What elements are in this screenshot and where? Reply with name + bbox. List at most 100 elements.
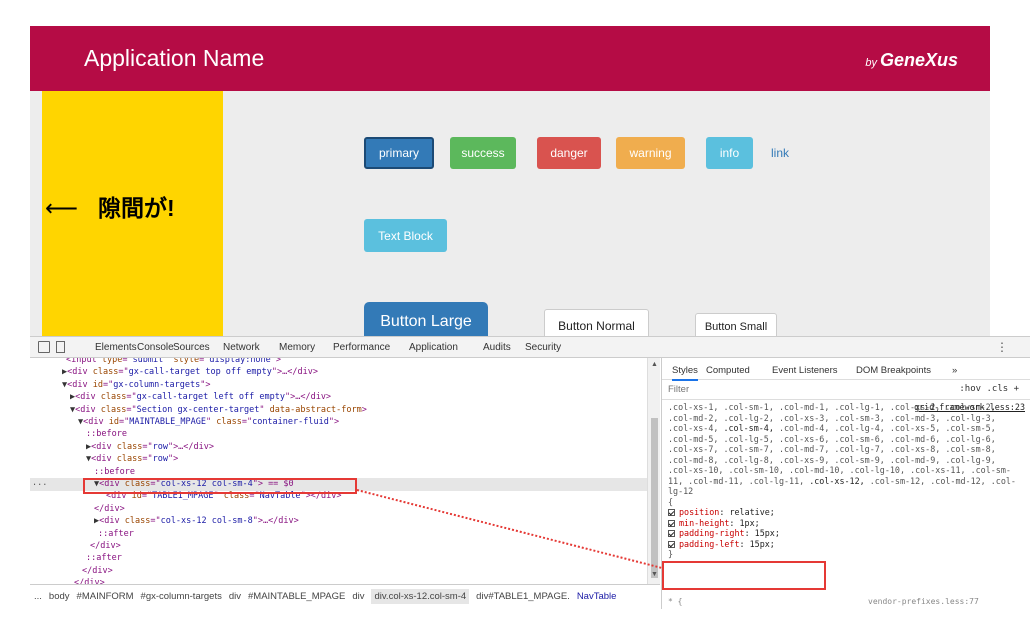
declaration-checkbox[interactable] xyxy=(668,509,675,516)
breadcrumb-item[interactable]: #gx-column-targets xyxy=(141,591,222,602)
breadcrumb-item[interactable]: body xyxy=(49,591,70,602)
danger-button[interactable]: danger xyxy=(537,137,601,169)
dom-tag: <div xyxy=(91,454,112,465)
scroll-down-icon[interactable]: ▼ xyxy=(651,571,658,578)
dom-eq: =" xyxy=(142,454,153,465)
dom-attr-value: display:none xyxy=(209,358,271,365)
breadcrumb-item[interactable]: div#TABLE1_MPAGE. NavTable xyxy=(476,591,623,602)
dom-attr-name: class xyxy=(111,454,143,465)
device-toolbar-icon[interactable] xyxy=(56,341,65,353)
css-selector-item: .col-xs-9, xyxy=(778,454,835,465)
dom-eq: =" xyxy=(126,392,137,403)
dom-attr-name: id xyxy=(103,417,119,427)
devtools-tab-console[interactable]: Console xyxy=(137,342,174,353)
css-declaration[interactable]: padding-left: 15px; xyxy=(668,539,1025,550)
devtools-tab-memory[interactable]: Memory xyxy=(279,342,315,353)
css-selector-item: .col-lg-11, xyxy=(748,475,810,486)
dom-line[interactable]: ▼<div class="row"> xyxy=(30,453,660,466)
breadcrumb-item[interactable]: ... xyxy=(34,591,42,602)
dom-line[interactable]: ::after xyxy=(30,528,660,541)
css-declaration[interactable]: position: relative; xyxy=(668,507,1025,518)
dom-line[interactable]: ▶<div class="gx-call-target left off emp… xyxy=(30,391,660,404)
declaration-checkbox[interactable] xyxy=(668,540,675,548)
elements-dots[interactable]: ... xyxy=(32,478,47,488)
dom-line[interactable]: ::after xyxy=(30,552,660,565)
next-rule-source[interactable]: vendor-prefixes.less:77 xyxy=(868,597,979,606)
styles-tab-dom-breakpoints[interactable]: DOM Breakpoints xyxy=(856,365,931,376)
primary-button[interactable]: primary xyxy=(364,137,434,169)
declaration-checkbox[interactable] xyxy=(668,530,675,537)
scroll-thumb[interactable] xyxy=(651,418,658,578)
css-selector-item: .col-md-7, xyxy=(778,444,835,454)
filter-row: :hov .cls + xyxy=(662,380,1030,400)
dom-attr-name: class xyxy=(111,441,143,452)
styles-tab-styles[interactable]: Styles xyxy=(672,365,698,381)
dom-line[interactable]: ::before xyxy=(30,466,660,479)
warning-button[interactable]: warning xyxy=(616,137,685,169)
breadcrumb-item[interactable]: div.col-xs-12.col-sm-4 xyxy=(371,589,470,604)
styles-filter-input[interactable] xyxy=(668,384,848,395)
info-button[interactable]: info xyxy=(706,137,753,169)
css-source-link[interactable]: grid-framework.less:23 xyxy=(914,402,1025,413)
hov-cls-toggles[interactable]: :hov .cls + xyxy=(959,384,1019,394)
large-button[interactable]: Button Large xyxy=(364,302,488,336)
devtools-tab-security[interactable]: Security xyxy=(525,342,561,353)
vertical-dots-icon[interactable]: ⋮ xyxy=(996,340,1008,354)
dom-line[interactable]: </div> xyxy=(30,577,660,584)
styles-tab-computed[interactable]: Computed xyxy=(706,365,750,376)
dom-line[interactable]: ▼<div class="Section gx-center-target" d… xyxy=(30,404,660,417)
link-button[interactable]: link xyxy=(764,137,796,169)
css-selector-item: .col-md-3, xyxy=(889,412,946,423)
devtools-tab-network[interactable]: Network xyxy=(223,342,260,353)
css-declaration[interactable]: min-height: 1px; xyxy=(668,518,1025,529)
dom-tag-tail: >…</div> xyxy=(257,516,299,527)
text-block-button[interactable]: Text Block xyxy=(364,219,447,252)
app-title[interactable]: Application Name xyxy=(84,45,264,72)
dom-line[interactable]: </div> xyxy=(30,540,660,553)
success-button[interactable]: success xyxy=(450,137,516,169)
dom-attr-name: style xyxy=(168,358,200,365)
dom-line[interactable]: </div> xyxy=(30,565,660,578)
dom-attr-value: submit xyxy=(132,358,164,365)
css-colon: : xyxy=(744,528,755,538)
dom-line[interactable]: ▶<div class="col-xs-12 col-sm-8">…</div> xyxy=(30,515,660,528)
dom-line[interactable]: </div> xyxy=(30,503,660,516)
devtools-tab-audits[interactable]: Audits xyxy=(483,342,511,353)
dom-text: ::after xyxy=(98,528,134,539)
breadcrumb-item[interactable]: div xyxy=(352,591,364,602)
dom-attr-name: id xyxy=(87,379,103,390)
dom-line[interactable]: ▼<div id="gx-column-targets"> xyxy=(30,379,660,392)
close-brace: } xyxy=(668,549,674,559)
css-selector-item: .col-sm-7, xyxy=(723,444,779,454)
breadcrumb-item[interactable]: #MAINFORM xyxy=(77,591,134,602)
dom-line[interactable]: ::before xyxy=(30,428,660,441)
dom-line[interactable]: ▶<div class="gx-call-target top off empt… xyxy=(30,366,660,379)
devtools-tab-performance[interactable]: Performance xyxy=(333,342,390,353)
devtools-tab-elements[interactable]: Elements xyxy=(95,342,137,353)
styles-tab-more[interactable]: » xyxy=(952,365,957,376)
styles-tab-event-listeners[interactable]: Event Listeners xyxy=(772,365,837,376)
breadcrumb-item[interactable]: div xyxy=(229,591,241,602)
scroll-up-icon[interactable]: ▲ xyxy=(651,361,658,368)
elements-scrollbar[interactable]: ▲ ▼ xyxy=(647,358,660,584)
dom-line[interactable]: ▶<div class="row">…</div> xyxy=(30,441,660,454)
css-selector-item: .col-md-5, xyxy=(668,433,724,444)
devtools-tab-application[interactable]: Application xyxy=(409,342,458,353)
inspect-element-icon[interactable] xyxy=(38,341,50,353)
css-declaration[interactable]: padding-right: 15px; xyxy=(668,528,1025,539)
normal-button[interactable]: Button Normal xyxy=(544,309,649,336)
dom-line[interactable]: ▼<div id="MAINTABLE_MPAGE" class="contai… xyxy=(30,416,660,429)
open-brace: { xyxy=(668,496,674,507)
devtools-tab-sources[interactable]: Sources xyxy=(173,342,210,353)
breadcrumb-item[interactable]: #MAINTABLE_MPAGE xyxy=(248,591,345,602)
css-selector-item: .col-sm-12, xyxy=(869,475,931,486)
elements-tree: <input type="submit" style="display:none… xyxy=(30,358,660,584)
padding-declarations-highlight-box xyxy=(662,561,826,590)
dom-attr-name: class xyxy=(211,417,242,427)
small-button[interactable]: Button Small xyxy=(695,313,777,336)
declaration-checkbox[interactable] xyxy=(668,519,675,527)
dom-eq: =" xyxy=(118,367,129,378)
dom-eq: =" xyxy=(241,417,253,427)
selected-element-highlight-box xyxy=(83,478,357,494)
dom-attr-name: data-abstract-form xyxy=(264,404,362,415)
